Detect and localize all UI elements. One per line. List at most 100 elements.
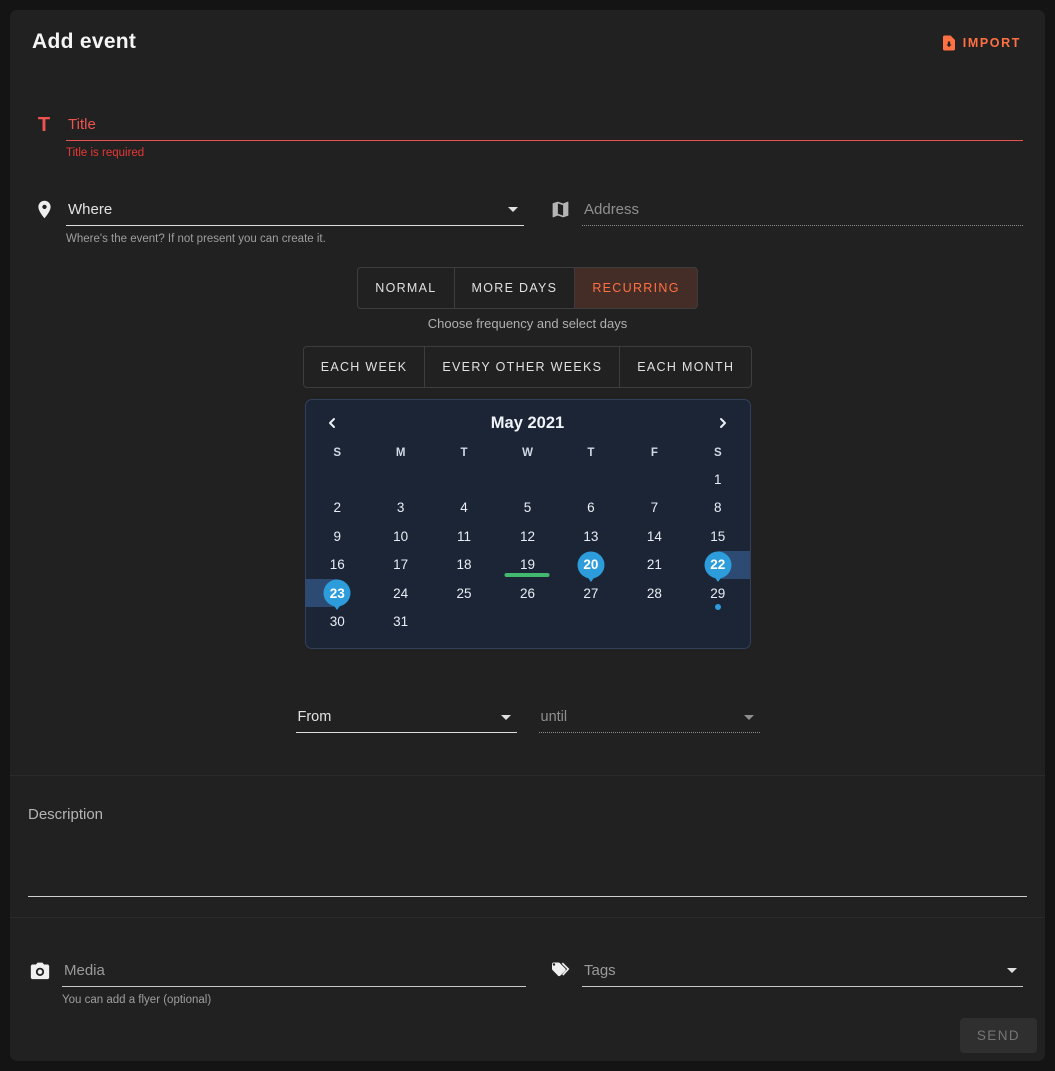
day-number: 20 [583,557,598,572]
day-number: 2 [333,500,341,515]
calendar-day-empty [306,465,369,494]
day-number: 19 [520,557,535,572]
title-field: T Title Title is required [32,110,1023,159]
until-select[interactable]: until [539,703,760,733]
where-helper-text: Where's the event? If not present you ca… [66,233,524,245]
calendar-day-16[interactable]: 16 [306,551,369,580]
chevron-down-icon [508,207,518,212]
calendar-day-empty [686,608,749,637]
calendar-day-3[interactable]: 3 [369,494,432,523]
calendar-next-button[interactable] [711,411,735,435]
day-number: 25 [457,586,472,601]
calendar-day-2[interactable]: 2 [306,494,369,523]
address-input[interactable]: Address [582,195,1023,226]
calendar-day-20[interactable]: 20 [559,551,622,580]
from-select[interactable]: From [296,703,517,733]
header: Add event IMPORT [22,30,1033,56]
calendar-day-1[interactable]: 1 [686,465,749,494]
calendar-day-6[interactable]: 6 [559,494,622,523]
calendar-day-9[interactable]: 9 [306,522,369,551]
day-number: 31 [393,614,408,629]
calendar-day-5[interactable]: 5 [496,494,559,523]
day-number: 6 [587,500,595,515]
calendar-grid: 1234567891011121314151617181920212223242… [306,465,750,636]
calendar-day-21[interactable]: 21 [623,551,686,580]
day-number: 27 [583,586,598,601]
calendar-day-13[interactable]: 13 [559,522,622,551]
calendar-day-17[interactable]: 17 [369,551,432,580]
where-select[interactable]: Where [66,195,524,226]
day-number: 26 [520,586,535,601]
calendar-day-28[interactable]: 28 [623,579,686,608]
import-button[interactable]: IMPORT [938,30,1023,56]
day-number: 23 [330,586,345,601]
day-number: 1 [714,472,722,487]
day-number: 18 [457,557,472,572]
calendar-day-15[interactable]: 15 [686,522,749,551]
description-input[interactable]: Description [28,802,1027,897]
calendar-day-empty [559,465,622,494]
media-input[interactable]: Media [62,956,526,987]
media-field: Media You can add a flyer (optional) [28,956,526,1006]
send-button[interactable]: SEND [960,1018,1037,1053]
day-number: 28 [647,586,662,601]
calendar-day-27[interactable]: 27 [559,579,622,608]
media-helper-text: You can add a flyer (optional) [62,994,526,1006]
calendar-day-19[interactable]: 19 [496,551,559,580]
calendar-day-empty [623,465,686,494]
calendar-day-14[interactable]: 14 [623,522,686,551]
tags-field: Tags [548,956,1023,1006]
day-number: 22 [710,557,725,572]
calendar-day-8[interactable]: 8 [686,494,749,523]
calendar-day-30[interactable]: 30 [306,608,369,637]
day-number: 3 [397,500,405,515]
location-pin-icon [32,199,56,226]
calendar-day-4[interactable]: 4 [432,494,495,523]
freq-each-month-button[interactable]: EACH MONTH [620,347,751,387]
chevron-right-icon [715,415,731,431]
description-section: Description [22,776,1033,897]
calendar-day-12[interactable]: 12 [496,522,559,551]
section-divider [10,917,1045,918]
calendar-day-25[interactable]: 25 [432,579,495,608]
calendar-day-24[interactable]: 24 [369,579,432,608]
day-number: 13 [583,529,598,544]
calendar-header: May 2021 [306,409,750,437]
calendar-day-26[interactable]: 26 [496,579,559,608]
calendar-day-18[interactable]: 18 [432,551,495,580]
frequency-options: EACH WEEK EVERY OTHER WEEKS EACH MONTH [303,346,753,388]
calendar-day-11[interactable]: 11 [432,522,495,551]
calendar-day-empty [496,608,559,637]
calendar-day-22[interactable]: 22 [686,551,749,580]
location-row: Where Where's the event? If not present … [32,195,1023,245]
day-number: 15 [710,529,725,544]
calendar-day-empty [496,465,559,494]
calendar-prev-button[interactable] [320,411,344,435]
calendar-day-29[interactable]: 29 [686,579,749,608]
page-title: Add event [32,30,136,54]
day-number: 30 [330,614,345,629]
calendar-day-10[interactable]: 10 [369,522,432,551]
tab-more-days[interactable]: MORE DAYS [455,268,576,308]
calendar-weekday: W [496,443,559,465]
tab-normal[interactable]: NORMAL [358,268,454,308]
calendar-day-23[interactable]: 23 [306,579,369,608]
calendar-day-31[interactable]: 31 [369,608,432,637]
calendar-day-empty [432,608,495,637]
address-field: Address [548,195,1023,245]
tab-recurring[interactable]: RECURRING [575,268,696,308]
calendar-weekday: S [306,443,369,465]
calendar-day-7[interactable]: 7 [623,494,686,523]
day-number: 14 [647,529,662,544]
tags-select[interactable]: Tags [582,956,1023,987]
camera-icon [28,959,52,987]
event-type-tabs: NORMAL MORE DAYS RECURRING [357,267,697,309]
calendar-month-label: May 2021 [491,414,564,433]
title-input[interactable]: Title [66,110,1023,141]
freq-every-other-weeks-button[interactable]: EVERY OTHER WEEKS [425,347,620,387]
calendar-weekday: T [559,443,622,465]
calendar-day-empty [369,465,432,494]
until-field: until [539,703,760,733]
freq-each-week-button[interactable]: EACH WEEK [304,347,426,387]
day-number: 24 [393,586,408,601]
